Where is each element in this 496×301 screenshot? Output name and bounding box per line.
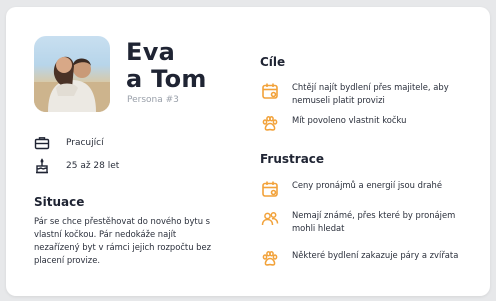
persona-label: Persona #3 (127, 95, 179, 105)
age-row: 25 až 28 let (34, 158, 119, 174)
frustration-item: Ceny pronájmů a energií jsou drahé (260, 179, 472, 199)
goal-text: Mít povoleno vlastnit kočku (292, 115, 407, 125)
frustration-text: Některé bydlení zakazuje páry a zvířata (292, 250, 459, 260)
persona-card: Eva a Tom Persona #3 Pracující 25 až 28 … (6, 7, 490, 296)
age-text: 25 až 28 let (66, 161, 120, 171)
frustration-item: Nemají známé, přes které by pronájem moh… (260, 209, 472, 235)
goal-text: Chtějí najít bydlení přes majitele, aby … (292, 82, 449, 105)
situation-heading: Situace (34, 195, 85, 209)
frustration-text: Nemají známé, přes které by pronájem moh… (292, 210, 456, 233)
persona-name: Eva a Tom (126, 39, 207, 93)
work-row: Pracující (34, 135, 104, 151)
persona-name-line2: a Tom (126, 65, 207, 93)
cake-icon (34, 158, 50, 174)
goal-item: Mít povoleno vlastnit kočku (260, 114, 472, 134)
goals-heading: Cíle (260, 55, 286, 69)
people-icon (260, 209, 280, 229)
calendar-icon (260, 81, 280, 101)
persona-photo (34, 36, 110, 112)
situation-text: Pár se chce přestěhovat do nového bytu s… (34, 216, 212, 265)
goal-item: Chtějí najít bydlení přes majitele, aby … (260, 81, 472, 107)
frustration-item: Některé bydlení zakazuje páry a zvířata (260, 249, 472, 269)
frustrations-heading: Frustrace (260, 152, 325, 166)
calendar-icon (260, 179, 280, 199)
persona-name-line1: Eva (126, 38, 176, 66)
briefcase-icon (34, 135, 50, 151)
work-text: Pracující (66, 138, 104, 148)
paw-icon (260, 249, 280, 269)
frustration-text: Ceny pronájmů a energií jsou drahé (292, 180, 442, 190)
paw-icon (260, 114, 280, 134)
